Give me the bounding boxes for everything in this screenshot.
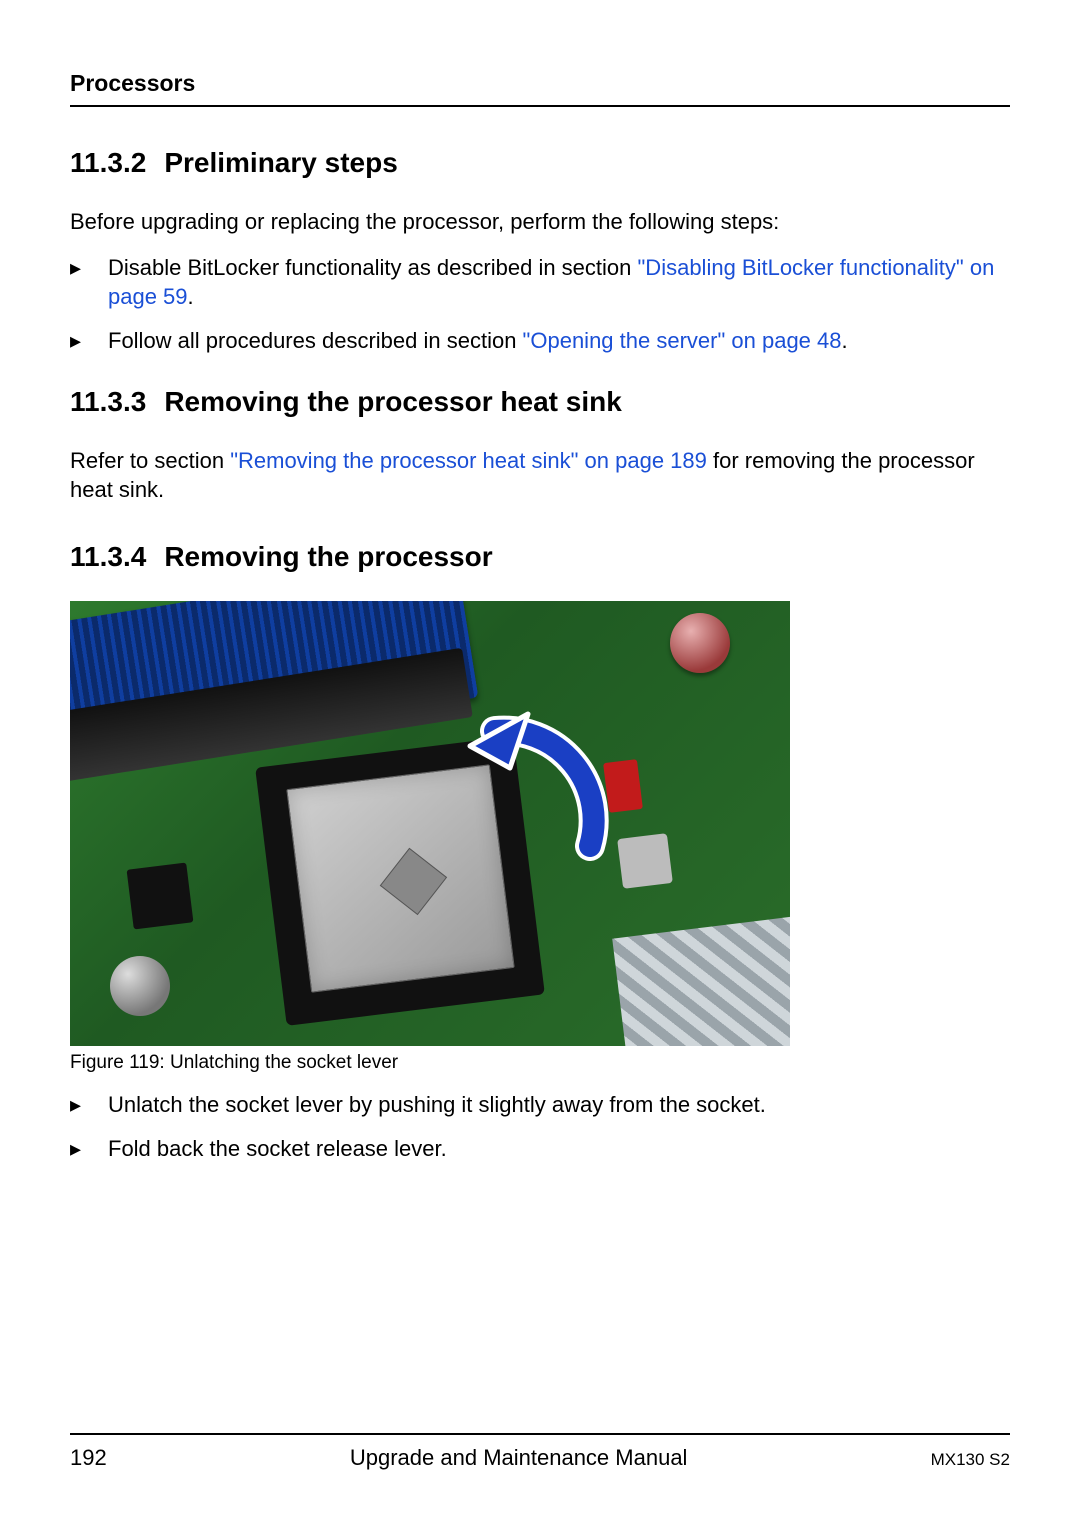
section-heading-processor: 11.3.4 Removing the processor bbox=[70, 541, 1010, 573]
xref-opening-server[interactable]: "Opening the server" on page 48 bbox=[523, 328, 842, 353]
preliminary-steps-list: Disable BitLocker functionality as descr… bbox=[70, 253, 1010, 356]
model-label: MX130 S2 bbox=[931, 1450, 1010, 1470]
manual-title: Upgrade and Maintenance Manual bbox=[350, 1445, 688, 1471]
section-number: 11.3.3 bbox=[70, 386, 146, 418]
arrow-icon bbox=[440, 696, 620, 876]
figure-119: Figure 119: Unlatching the socket lever bbox=[70, 601, 1010, 1074]
footer-rule bbox=[70, 1433, 1010, 1435]
section-title: Removing the processor bbox=[164, 541, 492, 572]
xref-removing-heatsink[interactable]: "Removing the processor heat sink" on pa… bbox=[230, 448, 707, 473]
text: Follow all procedures described in secti… bbox=[108, 328, 523, 353]
capacitor bbox=[110, 956, 170, 1016]
section-heading-heatsink: 11.3.3 Removing the processor heat sink bbox=[70, 386, 1010, 418]
heatsink-fins bbox=[612, 914, 790, 1046]
header-rule bbox=[70, 105, 1010, 107]
chip bbox=[127, 863, 194, 930]
text: Disable BitLocker functionality as descr… bbox=[108, 255, 638, 280]
list-item: Follow all procedures described in secti… bbox=[70, 326, 1010, 356]
section-title: Removing the processor heat sink bbox=[164, 386, 621, 417]
text: . bbox=[842, 328, 848, 353]
list-item: Unlatch the socket lever by pushing it s… bbox=[70, 1090, 1010, 1120]
page-number: 192 bbox=[70, 1445, 107, 1471]
processor-steps-list: Unlatch the socket lever by pushing it s… bbox=[70, 1090, 1010, 1163]
text: Refer to section bbox=[70, 448, 230, 473]
figure-image-motherboard bbox=[70, 601, 790, 1046]
heatsink-paragraph: Refer to section "Removing the processor… bbox=[70, 446, 1010, 505]
chapter-title: Processors bbox=[70, 70, 1010, 97]
inductor bbox=[617, 833, 673, 889]
section-heading-preliminary: 11.3.2 Preliminary steps bbox=[70, 147, 1010, 179]
page-footer: 192 Upgrade and Maintenance Manual MX130… bbox=[70, 1433, 1010, 1471]
section-number: 11.3.4 bbox=[70, 541, 146, 573]
list-item: Fold back the socket release lever. bbox=[70, 1134, 1010, 1164]
text: . bbox=[188, 284, 194, 309]
intro-paragraph: Before upgrading or replacing the proces… bbox=[70, 207, 1010, 237]
section-number: 11.3.2 bbox=[70, 147, 146, 179]
capacitor bbox=[670, 613, 730, 673]
section-title: Preliminary steps bbox=[164, 147, 397, 178]
list-item: Disable BitLocker functionality as descr… bbox=[70, 253, 1010, 312]
figure-caption: Figure 119: Unlatching the socket lever bbox=[70, 1052, 1010, 1074]
